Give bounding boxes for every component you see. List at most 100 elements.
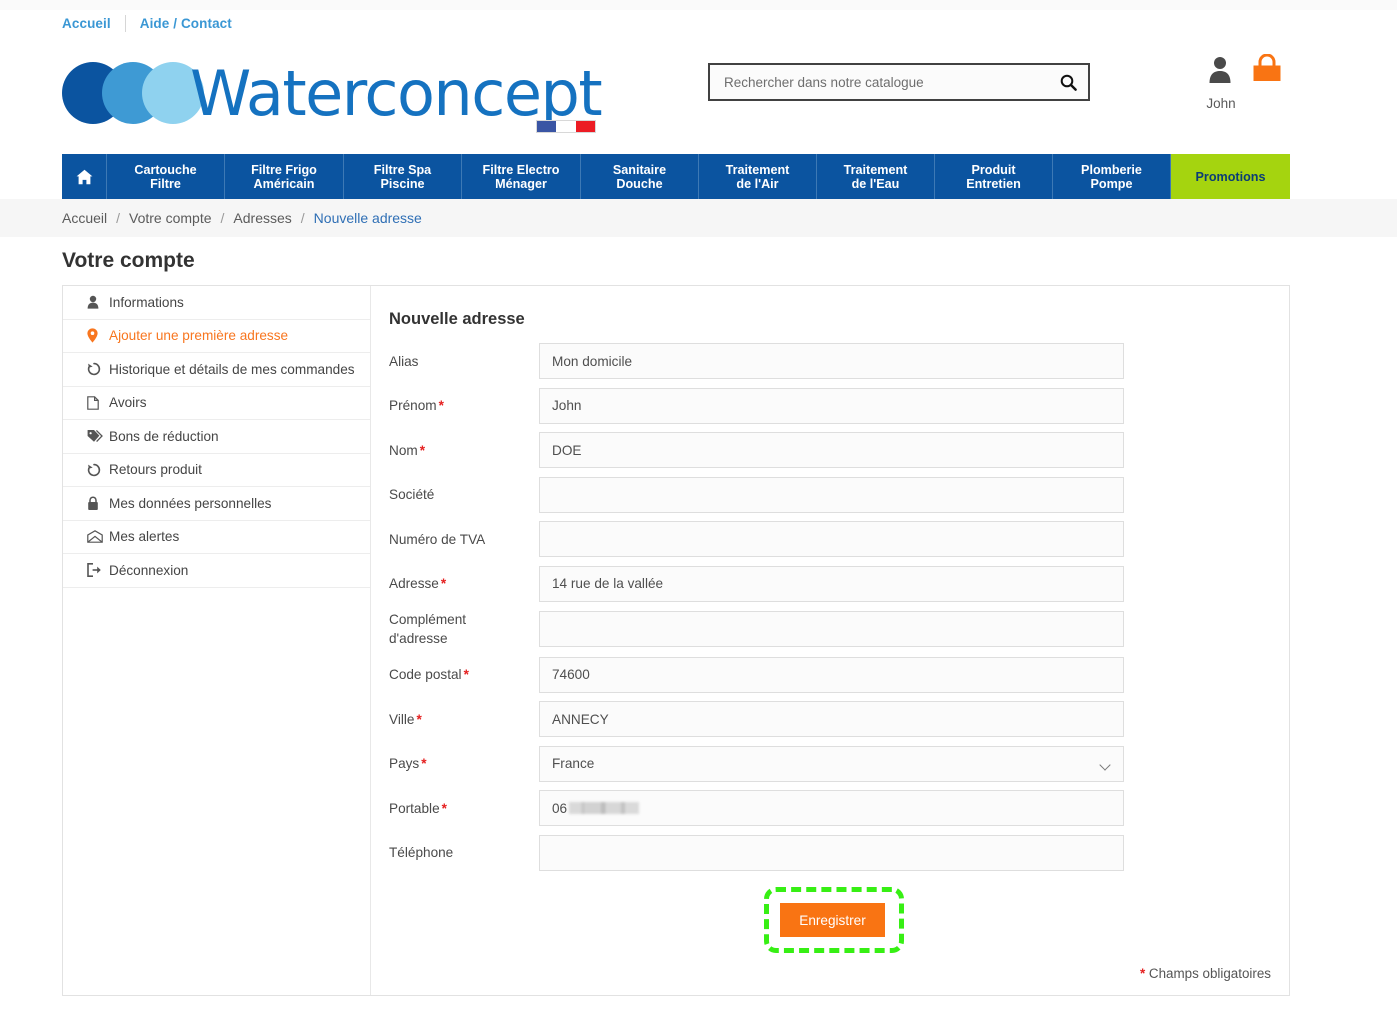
account-sidebar: Informations Ajouter une première adress… bbox=[63, 286, 371, 995]
form-row-portable: Portable * 06 bbox=[371, 790, 1289, 826]
top-gray-strip bbox=[0, 0, 1397, 10]
nav-item-home[interactable] bbox=[62, 154, 107, 199]
required-marker: * bbox=[421, 756, 427, 771]
nom-value: DOE bbox=[552, 442, 582, 458]
alias-field[interactable]: Mon domicile bbox=[539, 343, 1124, 379]
form-title: Nouvelle adresse bbox=[389, 310, 525, 328]
nav-label-line2: Entretien bbox=[966, 176, 1021, 191]
societe-field[interactable] bbox=[539, 476, 1124, 513]
page-root: Accueil Aide / Contact Waterconcept Rech… bbox=[0, 0, 1397, 1017]
code-postal-field[interactable]: 74600 bbox=[539, 656, 1124, 693]
form-submit-row: Enregistrer bbox=[371, 879, 1289, 953]
address-form: Nouvelle adresse Alias Mon domicile Prén… bbox=[371, 286, 1289, 995]
nav-item-filtre-electro-menager[interactable]: Filtre Electro Ménager bbox=[462, 154, 581, 199]
form-row-complement-adresse: Complément d'adresse bbox=[371, 610, 1289, 648]
sidebar-item-retours-produit[interactable]: Retours produit bbox=[63, 454, 370, 487]
nav-label-line2: de l'Air bbox=[736, 176, 779, 191]
search-box[interactable] bbox=[708, 63, 1090, 101]
label-telephone: Téléphone bbox=[389, 845, 454, 860]
required-marker: * bbox=[440, 576, 447, 591]
header-user-area: John bbox=[1196, 53, 1296, 124]
nav-item-filtre-frigo-americain[interactable]: Filtre Frigo Américain bbox=[225, 154, 344, 199]
nom-field[interactable]: DOE bbox=[539, 432, 1124, 468]
nav-label-line1: Produit bbox=[971, 162, 1016, 177]
nav-item-sanitaire-douche[interactable]: Sanitaire Douche bbox=[581, 154, 699, 199]
pays-select[interactable]: France bbox=[539, 745, 1124, 782]
nav-item-cartouche-filtre[interactable]: Cartouche Filtre bbox=[107, 154, 225, 199]
topbar-link-accueil[interactable]: Accueil bbox=[62, 16, 111, 31]
document-icon bbox=[87, 395, 109, 410]
map-pin-icon bbox=[87, 328, 109, 343]
nav-label-line2: Piscine bbox=[380, 176, 425, 191]
label-complement-adresse: Complément d'adresse bbox=[389, 612, 467, 646]
nav-label-line1: Traitement bbox=[843, 162, 908, 177]
required-marker: * bbox=[419, 442, 425, 458]
sign-out-icon bbox=[87, 563, 109, 578]
nav-label-line2: Filtre bbox=[150, 176, 181, 191]
adresse-value: 14 rue de la vallée bbox=[552, 576, 664, 591]
adresse-field[interactable]: 14 rue de la vallée bbox=[539, 565, 1124, 602]
user-icon bbox=[1209, 57, 1231, 83]
nav-label-line2: Ménager bbox=[495, 176, 547, 191]
tags-icon bbox=[87, 429, 109, 443]
sidebar-item-deconnexion[interactable]: Déconnexion bbox=[63, 554, 370, 588]
nav-label-line1: Traitement bbox=[725, 162, 790, 177]
form-row-adresse: Adresse * 14 rue de la vallée bbox=[371, 565, 1289, 602]
required-fields-note: * Champs obligatoires bbox=[1140, 966, 1271, 981]
breadcrumb-separator: / bbox=[116, 210, 121, 226]
return-arrow-icon bbox=[87, 463, 109, 477]
form-row-numero-tva: Numéro de TVA bbox=[371, 521, 1289, 557]
sidebar-item-bons-de-reduction[interactable]: Bons de réduction bbox=[63, 420, 370, 454]
ville-field[interactable]: ANNECY bbox=[539, 701, 1124, 737]
home-icon bbox=[76, 169, 92, 184]
search-input[interactable] bbox=[710, 74, 1048, 90]
sidebar-item-mes-donnees-personnelles[interactable]: Mes données personnelles bbox=[63, 487, 370, 521]
form-row-pays: Pays * France bbox=[371, 745, 1289, 782]
sidebar-item-mes-alertes[interactable]: Mes alertes bbox=[63, 521, 370, 554]
nav-label-line1: Filtre Spa bbox=[373, 162, 432, 177]
portable-masked-digits bbox=[569, 802, 640, 814]
nav-label-line1: Plomberie bbox=[1081, 162, 1142, 177]
nav-label-line1: Promotions bbox=[1195, 169, 1266, 184]
sidebar-item-label: Historique et détails de mes commandes bbox=[109, 361, 355, 377]
nav-item-produit-entretien[interactable]: Produit Entretien bbox=[935, 154, 1053, 199]
nav-item-plomberie-pompe[interactable]: Plomberie Pompe bbox=[1053, 154, 1171, 199]
prenom-field[interactable]: John bbox=[539, 387, 1124, 424]
breadcrumb: Accueil / Votre compte / Adresses / Nouv… bbox=[0, 199, 1397, 237]
label-alias: Alias bbox=[389, 353, 419, 369]
nav-item-filtre-spa-piscine[interactable]: Filtre Spa Piscine bbox=[344, 154, 462, 199]
save-button[interactable]: Enregistrer bbox=[780, 903, 885, 937]
label-ville: Ville * bbox=[389, 711, 422, 727]
breadcrumb-item-nouvelle-adresse[interactable]: Nouvelle adresse bbox=[314, 210, 422, 226]
envelope-icon bbox=[87, 530, 109, 544]
site-logo[interactable]: Waterconcept bbox=[62, 50, 603, 142]
nav-item-traitement-air[interactable]: Traitement de l'Air bbox=[699, 154, 817, 199]
portable-field[interactable]: 06 bbox=[539, 790, 1124, 826]
sidebar-item-ajouter-une-premiere-adresse[interactable]: Ajouter une première adresse bbox=[63, 320, 370, 353]
account-link[interactable] bbox=[1206, 54, 1234, 89]
main-navigation: Cartouche Filtre Filtre Frigo Américain Fi… bbox=[62, 154, 1290, 199]
label-nom: Nom * bbox=[389, 442, 425, 458]
label-code-postal: Code postal * bbox=[389, 667, 469, 682]
telephone-field[interactable] bbox=[539, 834, 1124, 871]
required-marker: * bbox=[416, 711, 422, 727]
nav-label-line1: Filtre Frigo bbox=[251, 162, 317, 177]
topbar-link-aide-contact[interactable]: Aide / Contact bbox=[140, 16, 232, 31]
sidebar-item-label: Déconnexion bbox=[109, 562, 189, 578]
nav-item-traitement-eau[interactable]: Traitement de l'Eau bbox=[817, 154, 935, 199]
sidebar-item-avoirs[interactable]: Avoirs bbox=[63, 387, 370, 420]
search-icon bbox=[1060, 74, 1077, 91]
nav-item-promotions[interactable]: Promotions bbox=[1171, 154, 1290, 199]
breadcrumb-item-adresses[interactable]: Adresses bbox=[233, 210, 291, 226]
label-numero-tva: Numéro de TVA bbox=[389, 531, 486, 547]
sidebar-item-label: Informations bbox=[109, 294, 184, 310]
sidebar-item-informations[interactable]: Informations bbox=[63, 286, 370, 320]
cart-link[interactable] bbox=[1251, 53, 1283, 89]
breadcrumb-item-votre-compte[interactable]: Votre compte bbox=[129, 210, 212, 226]
sidebar-item-historique-commandes[interactable]: Historique et détails de mes commandes bbox=[63, 353, 370, 387]
search-submit-button[interactable] bbox=[1048, 65, 1088, 99]
numero-tva-field[interactable] bbox=[539, 521, 1124, 557]
breadcrumb-item-accueil[interactable]: Accueil bbox=[62, 210, 107, 226]
complement-adresse-field[interactable] bbox=[539, 611, 1124, 647]
alias-value: Mon domicile bbox=[552, 353, 633, 369]
